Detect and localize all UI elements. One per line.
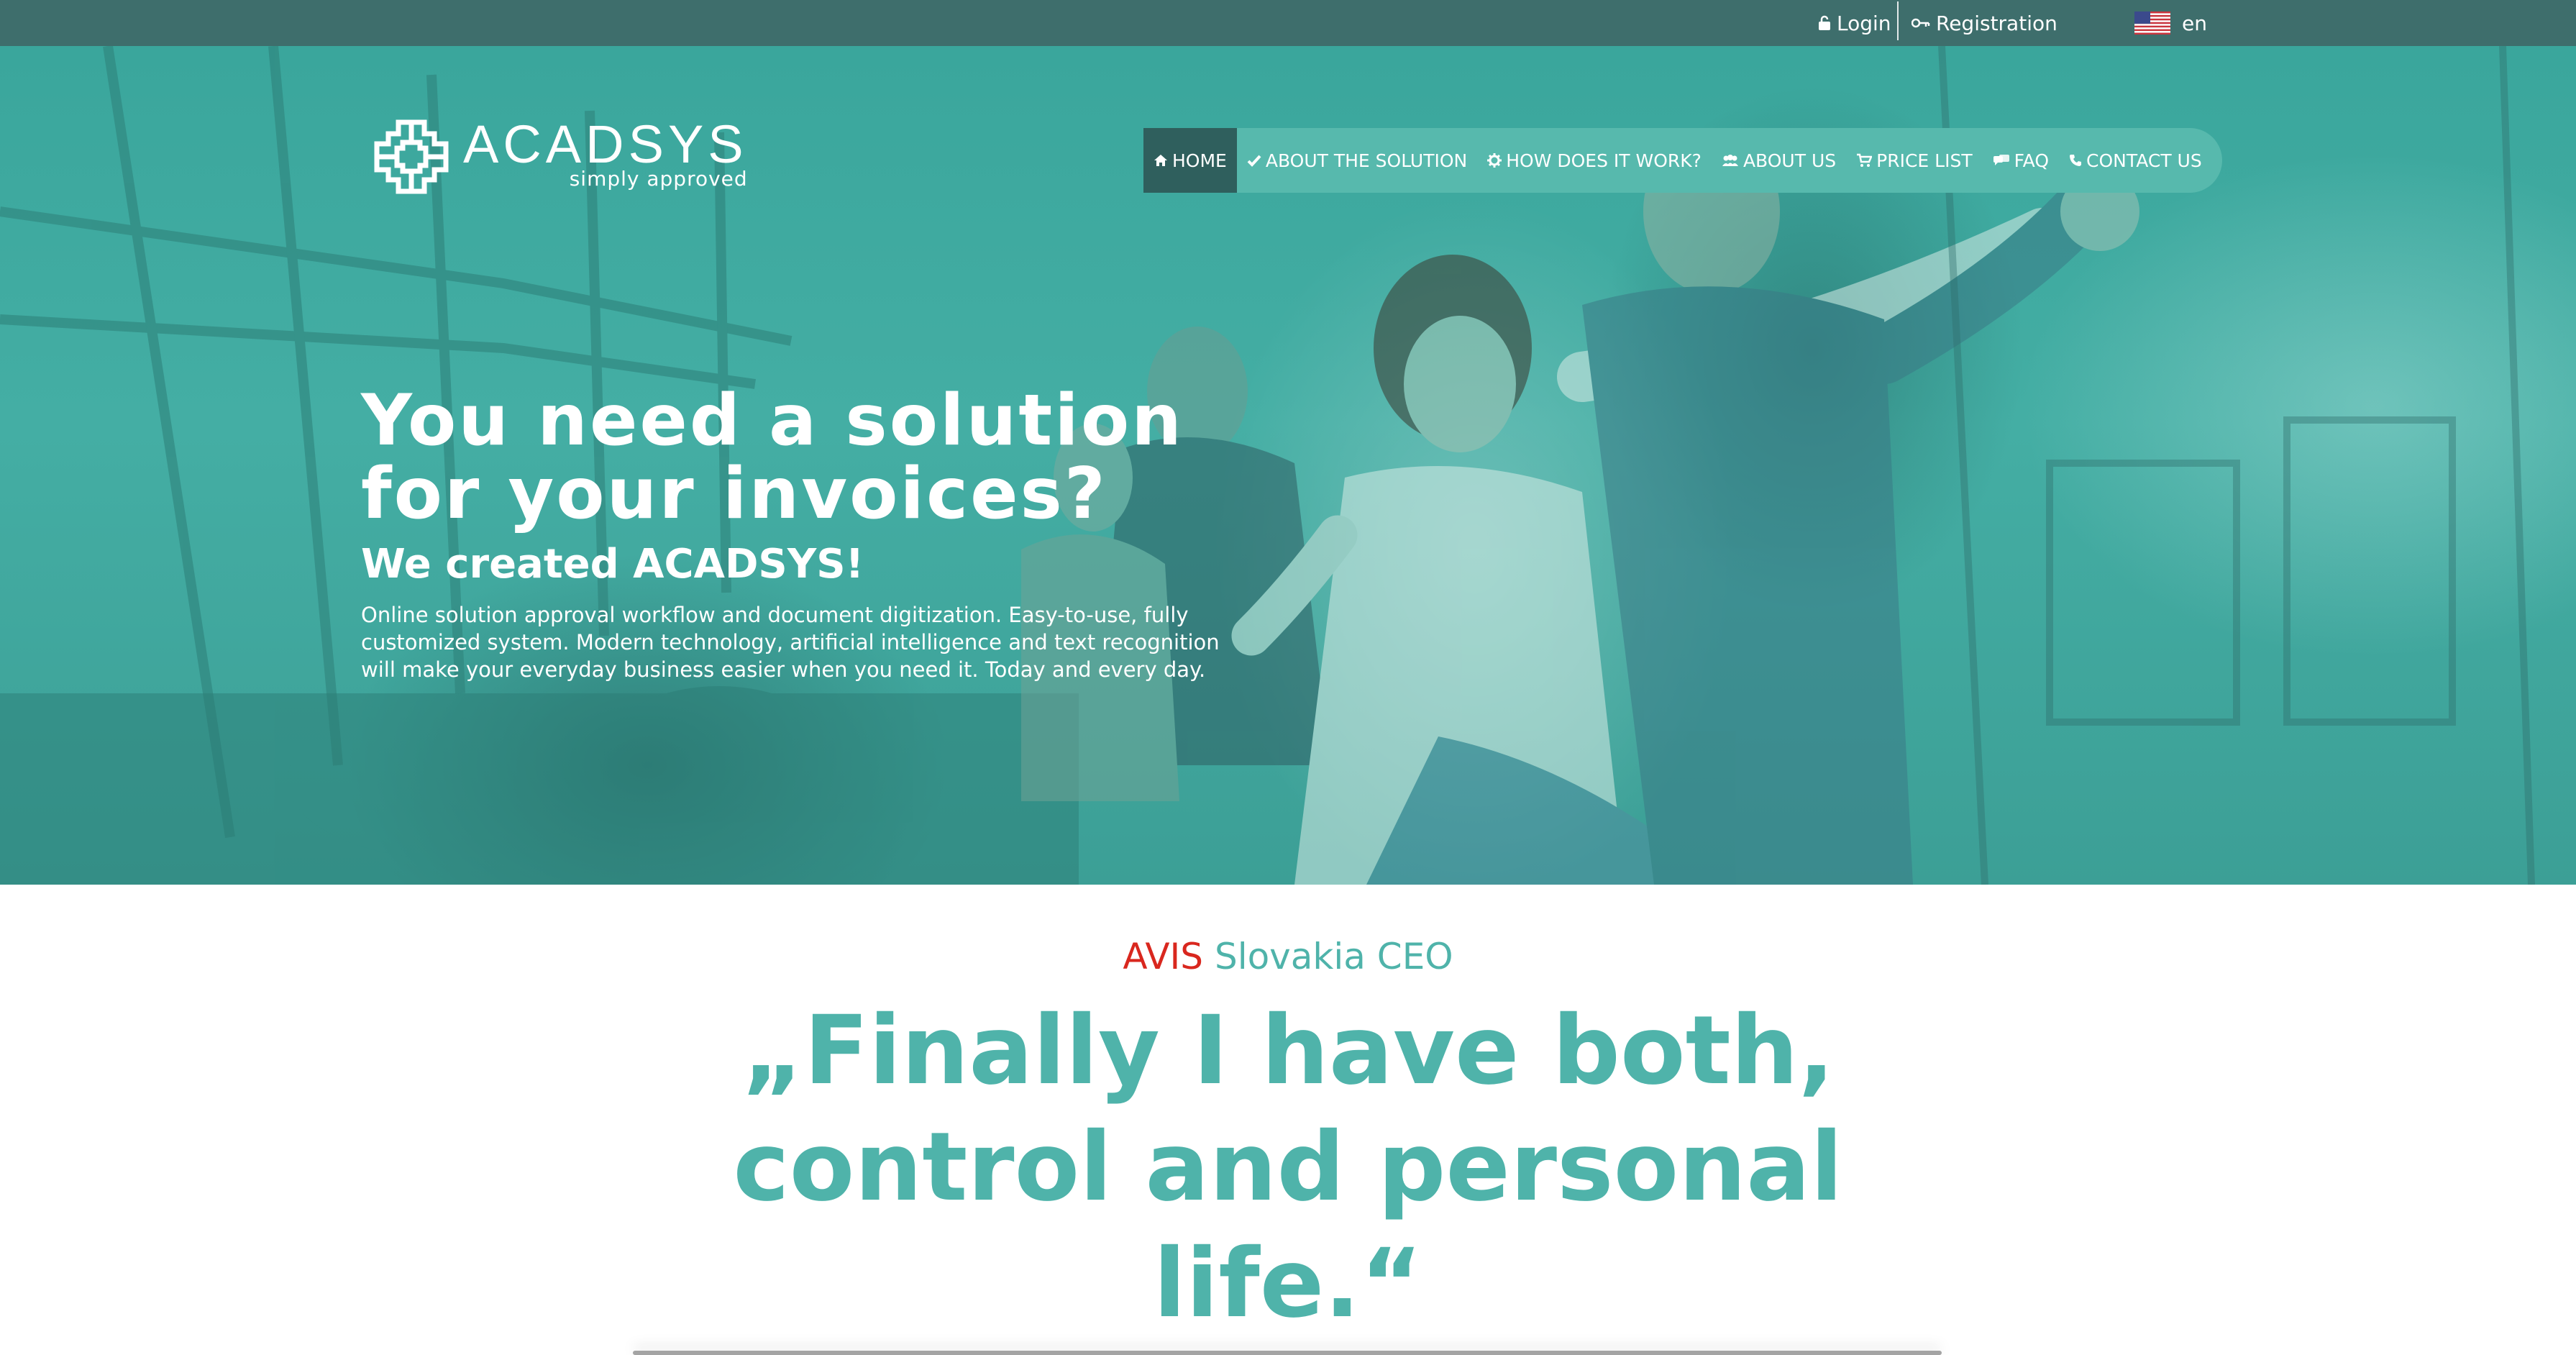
hero-title: You need a solution for your invoices?	[361, 384, 1184, 531]
logo-mark-icon	[374, 119, 449, 194]
testimonial-attribution: AVIS Slovakia CEO	[0, 935, 2576, 978]
registration-link[interactable]: Registration	[1912, 0, 2057, 46]
testimonial-quote-line: control and personal	[733, 1112, 1843, 1223]
testimonial-quote: „Finally I have both, control and person…	[0, 993, 2576, 1342]
main-nav: HOME ABOUT THE SOLUTION HOW DOES IT WORK…	[1143, 128, 2222, 193]
nav-item-label: PRICE LIST	[1876, 150, 1973, 171]
language-selector[interactable]: en	[2134, 0, 2207, 46]
nav-item-about-the-solution[interactable]: ABOUT THE SOLUTION	[1237, 128, 1477, 193]
nav-item-label: HOW DOES IT WORK?	[1506, 150, 1702, 171]
users-icon	[1722, 154, 1739, 167]
login-link[interactable]: Login	[1818, 0, 1891, 46]
language-label: en	[2182, 11, 2207, 35]
hero-title-line: You need a solution	[361, 380, 1184, 462]
phone-icon	[2069, 154, 2082, 167]
nav-item-about-us[interactable]: ABOUT US	[1712, 128, 1846, 193]
testimonial-section: AVIS Slovakia CEO „Finally I have both, …	[0, 885, 2576, 1355]
nav-item-label: HOME	[1172, 150, 1227, 171]
topbar-divider	[1897, 1, 1899, 40]
home-icon	[1154, 153, 1168, 168]
registration-label: Registration	[1936, 11, 2057, 35]
hero-description: Online solution approval workflow and do…	[361, 601, 1253, 683]
hero-section: ACADSYS simply approved HOME ABOUT THE S…	[0, 46, 2576, 885]
gear-icon	[1487, 153, 1502, 168]
hero-title-line: for your invoices?	[361, 453, 1107, 535]
hero-subtitle: We created ACADSYS!	[361, 541, 864, 588]
nav-item-how-does-it-work[interactable]: HOW DOES IT WORK?	[1477, 128, 1712, 193]
section-divider	[633, 1351, 1942, 1355]
top-utility-bar: Login Registration en	[0, 0, 2576, 46]
nav-item-label: FAQ	[2014, 150, 2050, 171]
us-flag-icon	[2134, 12, 2170, 35]
nav-item-contact-us[interactable]: CONTACT US	[2059, 128, 2212, 193]
testimonial-role: Slovakia CEO	[1214, 936, 1453, 977]
nav-item-label: ABOUT US	[1743, 150, 1837, 171]
chat-icon	[1993, 154, 2010, 167]
hero-description-line: will make your everyday business easier …	[361, 657, 1206, 682]
testimonial-quote-line: life.“	[1153, 1228, 1423, 1339]
testimonial-quote-line: „Finally I have both,	[741, 995, 1835, 1106]
cart-icon	[1856, 153, 1873, 168]
nav-item-faq[interactable]: FAQ	[1983, 128, 2059, 193]
testimonial-company: AVIS	[1123, 936, 1204, 977]
check-icon	[1247, 154, 1261, 167]
nav-item-home[interactable]: HOME	[1143, 128, 1237, 193]
login-label: Login	[1837, 11, 1891, 35]
hero-description-line: customized system. Modern technology, ar…	[361, 630, 1220, 654]
acadsys-logo[interactable]: ACADSYS simply approved	[374, 118, 748, 194]
brand-tagline: simply approved	[569, 167, 748, 191]
nav-item-label: CONTACT US	[2086, 150, 2202, 171]
nav-item-price-list[interactable]: PRICE LIST	[1846, 128, 1982, 193]
hero-description-line: Online solution approval workflow and do…	[361, 603, 1189, 627]
nav-item-label: ABOUT THE SOLUTION	[1265, 150, 1468, 171]
lock-icon	[1818, 15, 1831, 31]
brand-name: ACADSYS	[463, 114, 748, 174]
key-icon	[1912, 17, 1930, 29]
